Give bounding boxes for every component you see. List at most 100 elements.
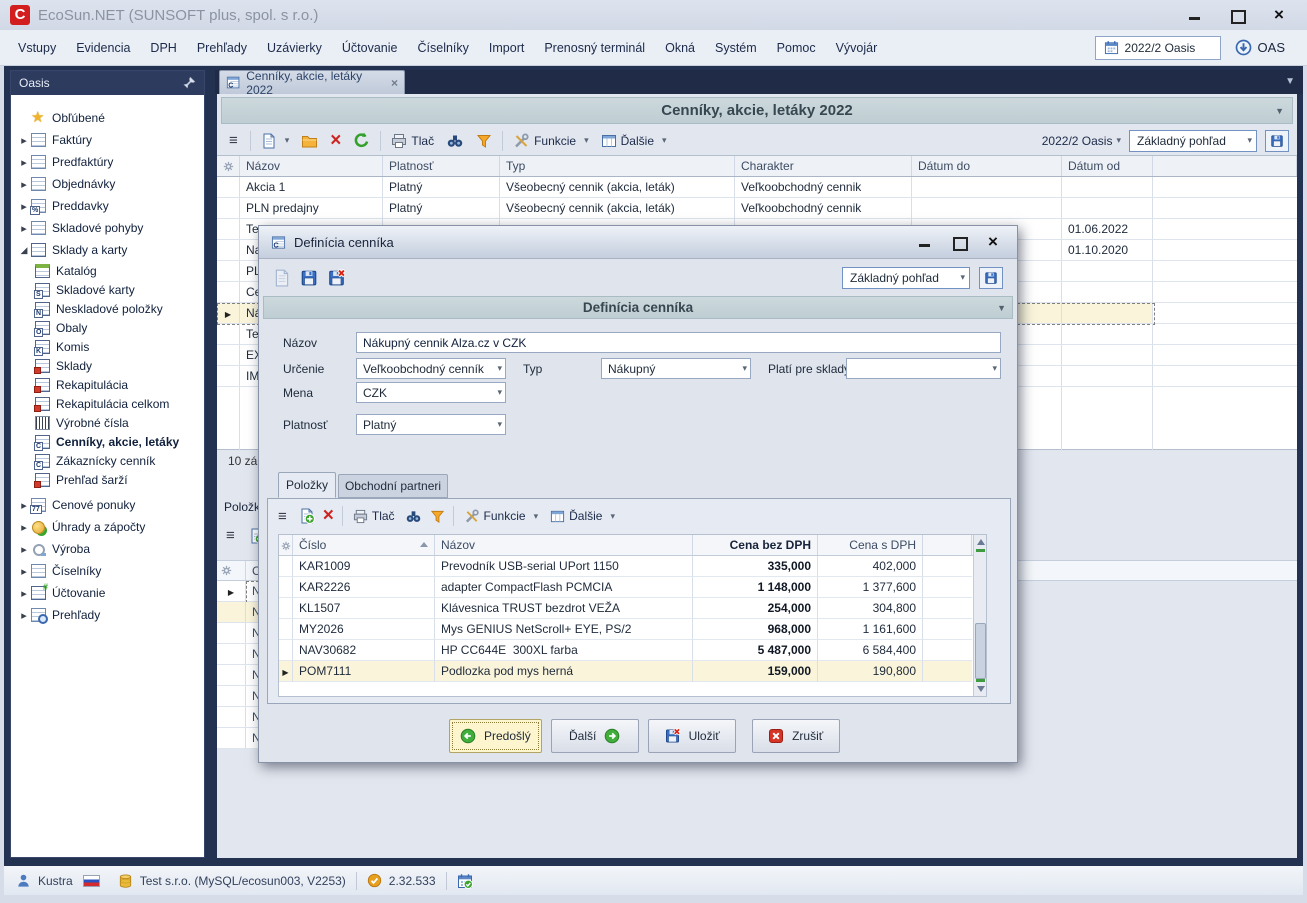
dialog-view-selector[interactable]: Základný pohľad▾ xyxy=(842,267,970,289)
calendar-check-icon[interactable] xyxy=(457,873,473,889)
period-field[interactable]: 2022/2 Oasis xyxy=(1095,36,1221,60)
urcenie-combo[interactable]: Veľkoobchodný cenník▾ xyxy=(356,358,506,379)
column-nazov[interactable]: Názov xyxy=(435,535,693,555)
previous-button[interactable]: Predošlý xyxy=(449,719,542,753)
menu-uzavierky[interactable]: Uzávierky xyxy=(257,37,332,59)
pin-icon[interactable] xyxy=(182,76,196,90)
scroll-up-icon[interactable] xyxy=(977,539,985,545)
dialog-minimize-button[interactable] xyxy=(917,235,933,249)
sidebar-item-prehlady[interactable]: Prehľady xyxy=(11,604,204,626)
typ-combo[interactable]: Nákupný▾ xyxy=(601,358,751,379)
more-button[interactable]: Ďalšie▾ xyxy=(599,131,669,151)
grid-period-selector[interactable]: 2022/2 Oasis▾ xyxy=(1042,134,1121,148)
dialog-save-view-button[interactable] xyxy=(979,267,1003,289)
table-row[interactable]: PLN predajnyPlatnýVšeobecný cennik (akci… xyxy=(217,198,1297,219)
menu-vstupy[interactable]: Vstupy xyxy=(8,37,66,59)
column-nazov[interactable]: Názov xyxy=(240,156,383,176)
nazov-input[interactable] xyxy=(363,336,997,350)
vertical-scrollbar[interactable] xyxy=(973,535,986,696)
dialog-close-button[interactable]: × xyxy=(985,235,1001,249)
table-row[interactable]: Akcia 1PlatnýVšeobecný cennik (akcia, le… xyxy=(217,177,1297,198)
column-datum-do[interactable]: Dátum do xyxy=(912,156,1062,176)
save-view-button[interactable] xyxy=(1265,130,1289,152)
column-cena-s-dph[interactable]: Cena s DPH xyxy=(818,535,923,555)
menu-icon[interactable]: ≡ xyxy=(222,527,239,544)
table-row-selected[interactable]: ▶POM7111Podlozka pod mys herná159,000190… xyxy=(279,661,986,682)
sidebar-item-uhrady-a-zapocty[interactable]: Úhrady a zápočty xyxy=(11,516,204,538)
column-charakter[interactable]: Charakter xyxy=(735,156,912,176)
print-button[interactable]: Tlač xyxy=(389,131,436,151)
collapse-arrow-icon[interactable] xyxy=(17,245,31,256)
expand-arrow-icon[interactable] xyxy=(17,134,31,147)
column-platnost[interactable]: Platnosť xyxy=(383,156,500,176)
tab-polozky[interactable]: Položky xyxy=(278,472,336,498)
filter-icon[interactable] xyxy=(430,509,445,524)
tab-close-icon[interactable]: × xyxy=(391,76,398,90)
scroll-down-icon[interactable] xyxy=(977,686,985,692)
expand-arrow-icon[interactable] xyxy=(17,587,31,600)
menu-system[interactable]: Systém xyxy=(705,37,767,59)
menu-prenosny-terminal[interactable]: Prenosný terminál xyxy=(534,37,655,59)
menu-import[interactable]: Import xyxy=(479,37,534,59)
minimize-button[interactable] xyxy=(1187,8,1203,22)
sidebar-item-neskladove-polozky[interactable]: NNeskladové položky xyxy=(11,299,204,318)
expand-arrow-icon[interactable] xyxy=(17,565,31,578)
sidebar-item-rekapitulacia[interactable]: Rekapitulácia xyxy=(11,375,204,394)
expand-arrow-icon[interactable] xyxy=(17,178,31,191)
menu-vyvojar[interactable]: Vývojár xyxy=(826,37,888,59)
delete-button[interactable]: × xyxy=(328,131,343,151)
menu-icon[interactable]: ≡ xyxy=(274,508,291,525)
sidebar-item-rekapitulacia-celkom[interactable]: Rekapitulácia celkom xyxy=(11,394,204,413)
gear-icon[interactable] xyxy=(221,565,232,576)
search-button[interactable] xyxy=(444,131,466,151)
expand-arrow-icon[interactable] xyxy=(17,200,31,213)
sidebar-item-preddavky[interactable]: %Preddavky xyxy=(11,195,204,217)
column-datum-od[interactable]: Dátum od xyxy=(1062,156,1153,176)
maximize-button[interactable] xyxy=(1229,8,1245,22)
column-cena-bez-dph[interactable]: Cena bez DPH xyxy=(693,535,818,555)
add-item-icon[interactable] xyxy=(299,508,315,524)
functions-button[interactable]: Funkcie▾ xyxy=(462,507,541,526)
refresh-button[interactable] xyxy=(351,130,372,151)
slovak-flag-icon[interactable] xyxy=(83,875,100,887)
filter-button[interactable] xyxy=(474,131,494,151)
sidebar-item-objednavky[interactable]: Objednávky xyxy=(11,173,204,195)
sklady-combo[interactable]: ▾ xyxy=(846,358,1001,379)
menu-prehlady[interactable]: Prehľady xyxy=(187,37,257,59)
sidebar-item-cenniky-akcie-letaky[interactable]: CCenníky, akcie, letáky xyxy=(11,432,204,451)
gear-icon[interactable] xyxy=(223,161,234,172)
menu-ciselniky[interactable]: Číselníky xyxy=(408,37,479,59)
menu-icon[interactable]: ≡ xyxy=(225,132,242,149)
sidebar-item-sklady-a-karty[interactable]: Sklady a karty xyxy=(11,239,204,261)
sidebar-item-katalog[interactable]: Katalóg xyxy=(11,261,204,280)
close-button[interactable]: × xyxy=(1271,8,1287,22)
sidebar-item-faktury[interactable]: Faktúry xyxy=(11,129,204,151)
platnost-combo[interactable]: Platný▾ xyxy=(356,414,506,435)
table-row[interactable]: KL1507Klávesnica TRUST bezdrot VEŽA254,0… xyxy=(279,598,986,619)
save-button[interactable]: Uložiť xyxy=(648,719,736,753)
next-button[interactable]: Ďalší xyxy=(551,719,639,753)
column-typ[interactable]: Typ xyxy=(500,156,735,176)
expand-arrow-icon[interactable] xyxy=(17,156,31,169)
sidebar-item-oblubene[interactable]: Obľúbené xyxy=(11,107,204,129)
save-close-icon[interactable] xyxy=(327,269,346,287)
binoculars-icon[interactable] xyxy=(405,509,422,524)
dialog-maximize-button[interactable] xyxy=(951,235,967,249)
save-icon[interactable] xyxy=(300,269,318,287)
menu-evidencia[interactable]: Evidencia xyxy=(66,37,140,59)
band-dropdown-icon[interactable]: ▼ xyxy=(1275,106,1284,116)
new-button[interactable]: ▾ xyxy=(259,131,292,151)
sidebar-item-predfaktury[interactable]: Predfaktúry xyxy=(11,151,204,173)
nazov-field[interactable] xyxy=(356,332,1001,353)
expand-arrow-icon[interactable] xyxy=(17,222,31,235)
expand-arrow-icon[interactable] xyxy=(17,543,31,556)
band-dropdown-icon[interactable]: ▼ xyxy=(997,303,1006,313)
tab-obchodni-partneri[interactable]: Obchodní partneri xyxy=(338,474,448,498)
table-row[interactable]: MY2026Mys GENIUS NetScroll+ EYE, PS/2968… xyxy=(279,619,986,640)
open-button[interactable] xyxy=(299,131,320,151)
print-button[interactable]: Tlač xyxy=(351,507,397,526)
expand-arrow-icon[interactable] xyxy=(17,521,31,534)
expand-arrow-icon[interactable] xyxy=(17,499,31,512)
sidebar-item-skladove-pohyby[interactable]: Skladové pohyby xyxy=(11,217,204,239)
sidebar-item-sklady[interactable]: Sklady xyxy=(11,356,204,375)
